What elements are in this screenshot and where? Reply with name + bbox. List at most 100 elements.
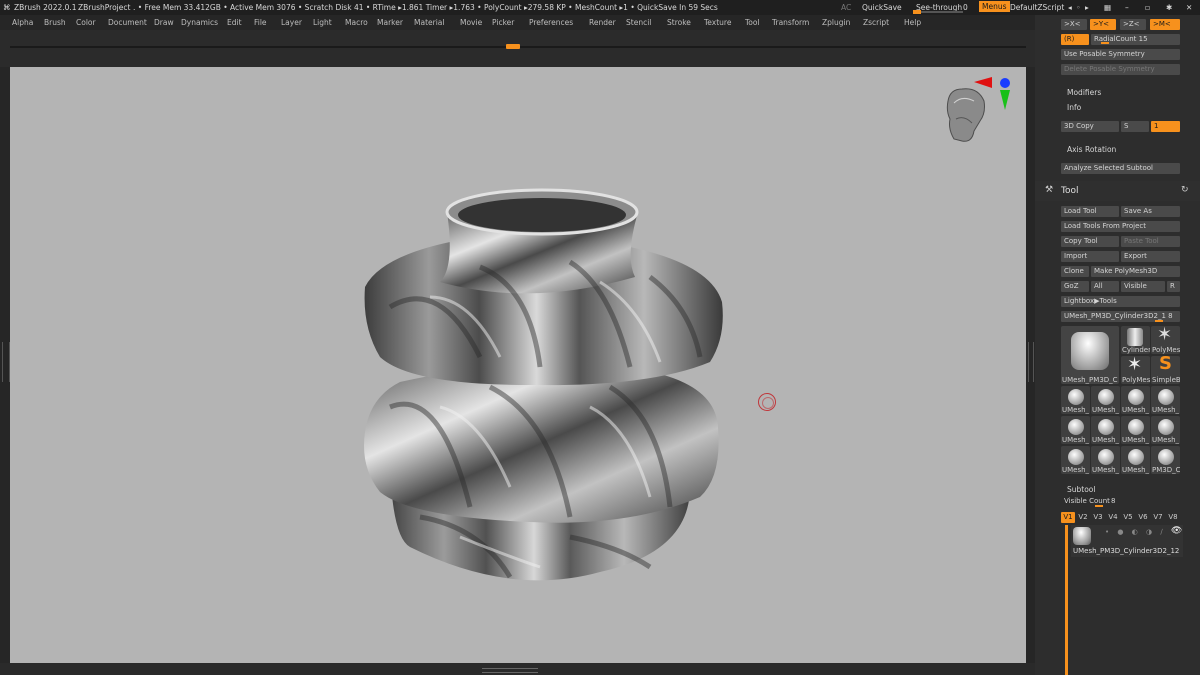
settings-icon[interactable]: ✱ xyxy=(1166,3,1172,12)
clone-button[interactable]: Clone xyxy=(1061,266,1089,277)
make-polymesh3d-button[interactable]: Make PolyMesh3D xyxy=(1091,266,1180,277)
lightbox-tools-button[interactable]: Lightbox▶Tools xyxy=(1061,296,1180,307)
symmetry-m-button[interactable]: >M< xyxy=(1150,19,1180,30)
menu-item-file[interactable]: File xyxy=(254,18,267,27)
subtool-list-item[interactable]: • ● ◐ ◑ ∕ ✎ 👁 UMesh_PM3D_Cylinder3D2_12 xyxy=(1071,525,1183,557)
copy-tool-button[interactable]: Copy Tool xyxy=(1061,236,1119,247)
r-button[interactable]: R xyxy=(1167,281,1180,292)
canvas-viewport[interactable] xyxy=(10,67,1026,663)
one-button[interactable]: 1 xyxy=(1151,121,1180,132)
menu-item-movie[interactable]: Movie xyxy=(460,18,482,27)
see-through-slider[interactable] xyxy=(913,10,963,14)
refresh-icon[interactable]: ↻ xyxy=(1181,185,1189,195)
tool-header[interactable]: ⚒ Tool ↻ xyxy=(1035,181,1200,201)
palette-icon[interactable]: ▦ xyxy=(1104,3,1111,12)
visible-count-slider[interactable]: Visible Count 8 xyxy=(1061,496,1180,507)
export-button[interactable]: Export xyxy=(1121,251,1180,262)
axis-rotation-header[interactable]: Axis Rotation xyxy=(1067,145,1116,154)
s-button[interactable]: S xyxy=(1121,121,1149,132)
menu-item-preferences[interactable]: Preferences xyxy=(529,18,573,27)
menu-item-layer[interactable]: Layer xyxy=(281,18,302,27)
menu-item-material[interactable]: Material xyxy=(414,18,444,27)
menu-item-transform[interactable]: Transform xyxy=(772,18,809,27)
subtool-list-scrollbar[interactable] xyxy=(1065,525,1068,675)
eye-icon[interactable]: 👁 xyxy=(1171,526,1182,536)
symmetry-x-button[interactable]: >X< xyxy=(1061,19,1087,30)
left-tray-handle-icon[interactable] xyxy=(2,342,10,382)
version-tab-v4[interactable]: V4 xyxy=(1106,512,1120,523)
menu-item-brush[interactable]: Brush xyxy=(44,18,66,27)
version-tab-v7[interactable]: V7 xyxy=(1151,512,1165,523)
tool-thumb[interactable]: UMesh_ xyxy=(1121,446,1150,474)
visible-button[interactable]: Visible xyxy=(1121,281,1165,292)
radial-count-slider[interactable]: RadialCount 15 xyxy=(1091,34,1180,45)
tool-thumb-simplebrush[interactable]: S SimpleB xyxy=(1151,356,1180,384)
tool-thumb-cylinder[interactable]: Cylinder xyxy=(1121,326,1150,354)
menu-item-render[interactable]: Render xyxy=(589,18,616,27)
menu-item-draw[interactable]: Draw xyxy=(154,18,174,27)
layout-arrows-icon[interactable]: ◂ ◦ ▸ xyxy=(1068,3,1090,12)
subtool-toggle-icons[interactable]: • ● ◐ ◑ ∕ ✎ xyxy=(1105,528,1180,536)
radial-count-handle[interactable] xyxy=(1101,42,1109,44)
analyze-selected-subtool-button[interactable]: Analyze Selected Subtool xyxy=(1061,163,1180,174)
load-tools-from-project-button[interactable]: Load Tools From Project xyxy=(1061,221,1180,232)
radial-r-button[interactable]: (R) xyxy=(1061,34,1089,45)
symmetry-z-button[interactable]: >Z< xyxy=(1120,19,1146,30)
tool-thumb[interactable]: UMesh_ xyxy=(1151,416,1180,444)
version-tab-v5[interactable]: V5 xyxy=(1121,512,1135,523)
tool-thumb[interactable]: UMesh_ xyxy=(1121,416,1150,444)
modifiers-header[interactable]: Modifiers xyxy=(1067,88,1101,97)
delete-posable-symmetry-button[interactable]: Delete Posable Symmetry xyxy=(1061,64,1180,75)
menu-item-alpha[interactable]: Alpha xyxy=(12,18,33,27)
menu-item-marker[interactable]: Marker xyxy=(377,18,403,27)
menu-item-macro[interactable]: Macro xyxy=(345,18,368,27)
menu-item-color[interactable]: Color xyxy=(76,18,96,27)
maximize-icon[interactable]: ▫ xyxy=(1145,3,1150,12)
right-tray-handle-icon[interactable] xyxy=(1028,342,1034,382)
tool-thumb-polymesh-star-2[interactable]: ✶ PolyMes xyxy=(1121,356,1150,384)
menus-toggle[interactable]: Menus xyxy=(979,1,1010,12)
current-tool-handle[interactable] xyxy=(1155,320,1163,322)
default-zscript-button[interactable]: DefaultZScript xyxy=(1010,3,1064,12)
menu-item-picker[interactable]: Picker xyxy=(492,18,514,27)
menu-item-zplugin[interactable]: Zplugin xyxy=(822,18,850,27)
version-tab-v8[interactable]: V8 xyxy=(1166,512,1180,523)
timeline-marker[interactable] xyxy=(506,44,520,49)
symmetry-y-button[interactable]: >Y< xyxy=(1090,19,1116,30)
tool-thumb[interactable]: UMesh_ xyxy=(1091,446,1120,474)
use-posable-symmetry-button[interactable]: Use Posable Symmetry xyxy=(1061,49,1180,60)
paste-tool-button[interactable]: Paste Tool xyxy=(1121,236,1180,247)
menu-item-dynamics[interactable]: Dynamics xyxy=(181,18,218,27)
info-header[interactable]: Info xyxy=(1067,103,1081,112)
copy-3d-button[interactable]: 3D Copy xyxy=(1061,121,1119,132)
visible-count-handle[interactable] xyxy=(1095,505,1103,507)
version-tab-v3[interactable]: V3 xyxy=(1091,512,1105,523)
current-tool-slider[interactable]: UMesh_PM3D_Cylinder3D2_1 8 xyxy=(1061,311,1180,322)
load-tool-button[interactable]: Load Tool xyxy=(1061,206,1119,217)
import-button[interactable]: Import xyxy=(1061,251,1119,262)
tool-thumb[interactable]: UMesh_ xyxy=(1061,386,1090,414)
goz-button[interactable]: GoZ xyxy=(1061,281,1089,292)
version-tab-v6[interactable]: V6 xyxy=(1136,512,1150,523)
menu-item-help[interactable]: Help xyxy=(904,18,921,27)
tool-thumb[interactable]: UMesh_ xyxy=(1091,416,1120,444)
menu-item-light[interactable]: Light xyxy=(313,18,332,27)
vase-model[interactable] xyxy=(10,67,1026,663)
tool-thumb-main[interactable]: UMesh_PM3D_C xyxy=(1061,326,1119,384)
close-icon[interactable]: ✕ xyxy=(1186,3,1192,12)
tool-thumb-polymesh-star[interactable]: ✶ PolyMes xyxy=(1151,326,1180,354)
tool-thumb[interactable]: PM3D_C xyxy=(1151,446,1180,474)
menu-item-document[interactable]: Document xyxy=(108,18,147,27)
tool-thumb[interactable]: UMesh_ xyxy=(1091,386,1120,414)
menu-item-stroke[interactable]: Stroke xyxy=(667,18,691,27)
version-tab-v2[interactable]: V2 xyxy=(1076,512,1090,523)
menu-item-stencil[interactable]: Stencil xyxy=(626,18,651,27)
menu-item-zscript[interactable]: Zscript xyxy=(863,18,889,27)
bottom-tray-handle-icon[interactable] xyxy=(482,668,538,673)
tool-thumb[interactable]: UMesh_ xyxy=(1121,386,1150,414)
save-as-button[interactable]: Save As xyxy=(1121,206,1180,217)
menu-item-tool[interactable]: Tool xyxy=(745,18,760,27)
navigation-gizmo[interactable] xyxy=(944,75,1014,151)
menu-item-edit[interactable]: Edit xyxy=(227,18,242,27)
minimize-icon[interactable]: – xyxy=(1125,3,1129,12)
